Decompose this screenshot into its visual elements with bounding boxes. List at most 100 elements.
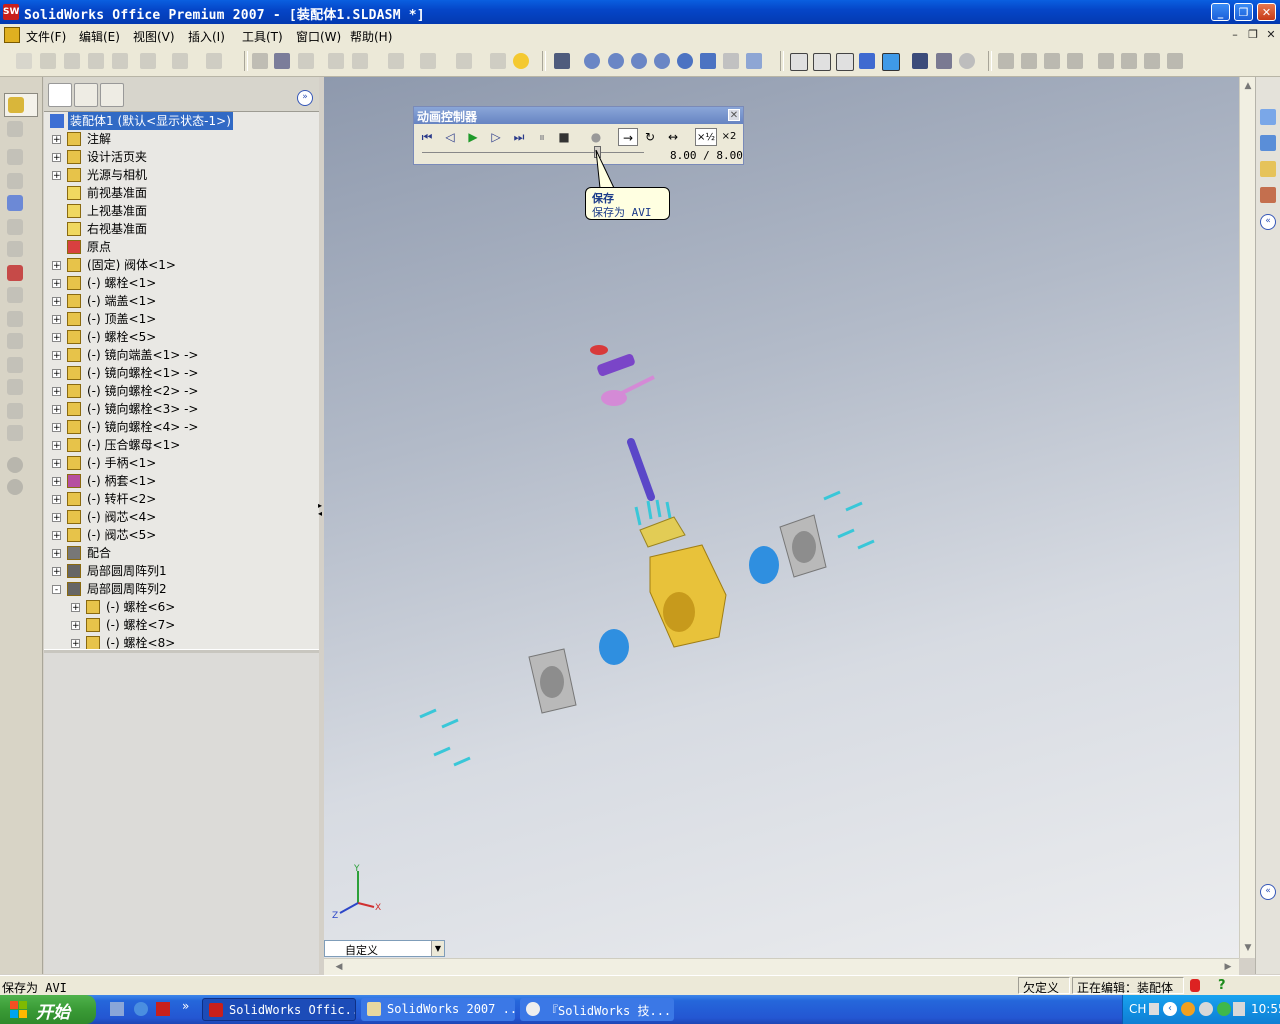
double-speed-button[interactable]: ×2 [718, 128, 740, 146]
expand-node-icon[interactable]: + [52, 405, 61, 415]
tray-collapse-icon[interactable]: ‹ [1163, 1002, 1177, 1016]
file-explorer-icon[interactable] [1260, 161, 1276, 177]
shadows-icon[interactable] [912, 53, 928, 69]
normal-playback-icon[interactable]: → [618, 128, 638, 146]
scroll-right-icon[interactable]: ▶ [1221, 960, 1235, 974]
expand-node-icon[interactable]: + [52, 549, 61, 559]
left-bolts[interactable] [419, 708, 471, 767]
play-icon[interactable]: ▶ [463, 128, 483, 146]
sketch-toolbar-icon[interactable] [998, 53, 1014, 69]
help-icon[interactable] [513, 53, 529, 69]
taskbar-item-solidworks[interactable]: SolidWorks Offic... [202, 998, 356, 1021]
quicklaunch-more-icon[interactable]: » [182, 999, 189, 1013]
input-method-indicator[interactable]: CH [1129, 1002, 1146, 1016]
design-library-icon[interactable] [1260, 135, 1276, 151]
vertical-scrollbar[interactable]: ▲ ▼ [1239, 77, 1256, 958]
table-icon[interactable] [490, 53, 506, 69]
tab-property-manager[interactable] [74, 83, 98, 107]
animation-controller-titlebar[interactable]: 动画控制器 ✕ [414, 107, 743, 124]
rotate-view-icon[interactable] [677, 53, 693, 69]
interference-detection-icon[interactable] [7, 457, 23, 473]
valve-stem-part[interactable] [627, 438, 655, 501]
expand-node-icon[interactable]: + [52, 441, 61, 451]
menu-view[interactable]: 视图(V) [133, 28, 175, 45]
expand-node-icon[interactable]: + [52, 333, 61, 343]
explode-view-icon[interactable] [1167, 53, 1183, 69]
insert-component-icon[interactable] [7, 121, 23, 137]
save-icon[interactable] [64, 53, 80, 69]
home-icon[interactable] [1260, 109, 1276, 125]
step-back-icon[interactable] [1044, 53, 1060, 69]
security-icon[interactable] [1217, 1002, 1231, 1016]
select-filter-icon[interactable] [274, 53, 290, 69]
zoom-in-out-icon[interactable] [631, 53, 647, 69]
print-icon[interactable] [88, 53, 104, 69]
tab-feature-tree[interactable] [48, 83, 72, 107]
assembly-icon[interactable] [8, 97, 24, 113]
bill-of-materials-icon[interactable] [7, 379, 23, 395]
expand-node-icon[interactable]: + [71, 603, 80, 613]
change-suppression-icon[interactable] [7, 241, 23, 257]
expand-node-icon[interactable]: + [52, 387, 61, 397]
explode-line-sketch-icon[interactable] [7, 425, 23, 441]
shaded-icon[interactable] [882, 53, 900, 71]
mate-tool-icon[interactable] [7, 149, 23, 165]
expand-node-icon[interactable]: + [71, 621, 80, 631]
restore-button[interactable]: ❐ [1234, 3, 1253, 21]
solidworks-app-icon[interactable]: SW [3, 4, 19, 20]
previous-view-icon[interactable] [554, 53, 570, 69]
horizontal-scrollbar[interactable]: ◀ ▶ [324, 958, 1239, 975]
options-icon[interactable] [388, 53, 404, 69]
open-icon[interactable] [40, 53, 56, 69]
expand-panel-icon[interactable]: » [297, 90, 313, 106]
section-view-icon[interactable] [936, 53, 952, 69]
edit-component-icon[interactable] [7, 265, 23, 281]
component-pattern-icon[interactable] [7, 173, 23, 189]
taskbar-item-browser[interactable]: 『SolidWorks 技... [520, 998, 674, 1021]
hidden-lines-visible-icon[interactable] [813, 53, 831, 71]
standard-views-icon[interactable] [746, 53, 762, 69]
assembly-features-icon[interactable] [7, 311, 23, 327]
menu-help[interactable]: 帮助(H) [350, 28, 392, 45]
volume-icon[interactable] [1233, 1002, 1245, 1016]
move-component-icon[interactable] [1121, 53, 1137, 69]
quicklaunch-solidworks-icon[interactable] [156, 1002, 170, 1016]
expand-node-icon[interactable]: + [52, 153, 61, 163]
sketch-icon[interactable] [352, 53, 368, 69]
expand-node-icon[interactable]: + [52, 459, 61, 469]
menu-insert[interactable]: 插入(I) [188, 28, 225, 45]
redo-icon[interactable] [206, 53, 222, 69]
splitter-handle-icon[interactable]: ▸ ◂ [318, 502, 322, 518]
pause-icon[interactable]: ⏸ [532, 128, 552, 146]
shaded-edges-icon[interactable] [859, 53, 875, 69]
menu-edit[interactable]: 编辑(E) [79, 28, 120, 45]
quicklaunch-ie-icon[interactable] [134, 1002, 148, 1016]
assembly-icon[interactable] [456, 53, 472, 69]
features-icon[interactable] [1021, 53, 1037, 69]
collapse-pane-icon[interactable]: « [1260, 214, 1276, 230]
realview-icon[interactable] [959, 53, 975, 69]
scroll-left-icon[interactable]: ◀ [332, 960, 346, 974]
close-button[interactable]: ✕ [1257, 3, 1276, 21]
valve-ball-left[interactable] [599, 629, 629, 665]
search-icon[interactable] [1260, 187, 1276, 203]
expand-node-icon[interactable]: + [52, 495, 61, 505]
grid-icon[interactable] [328, 53, 344, 69]
step-forward-icon[interactable]: ▷ [486, 128, 506, 146]
expand-node-icon[interactable]: + [52, 531, 61, 541]
menu-tools[interactable]: 工具(T) [242, 28, 283, 45]
new-motion-study-icon[interactable] [7, 357, 23, 373]
reciprocate-icon[interactable]: ↔ [663, 128, 683, 146]
zoom-selection-icon[interactable] [654, 53, 670, 69]
simulation-icon[interactable] [7, 479, 23, 495]
expand-node-icon[interactable]: + [52, 513, 61, 523]
mate-icon[interactable] [1098, 53, 1114, 69]
new-icon[interactable] [16, 53, 32, 69]
pan-icon[interactable] [700, 53, 716, 69]
expand-node-icon[interactable]: + [52, 477, 61, 487]
zoom-area-icon[interactable] [608, 53, 624, 69]
expand-node-icon[interactable]: + [52, 567, 61, 577]
reference-geometry-icon[interactable] [7, 333, 23, 349]
quicklaunch-desktop-icon[interactable] [110, 1002, 124, 1016]
print-preview-icon[interactable] [112, 53, 128, 69]
